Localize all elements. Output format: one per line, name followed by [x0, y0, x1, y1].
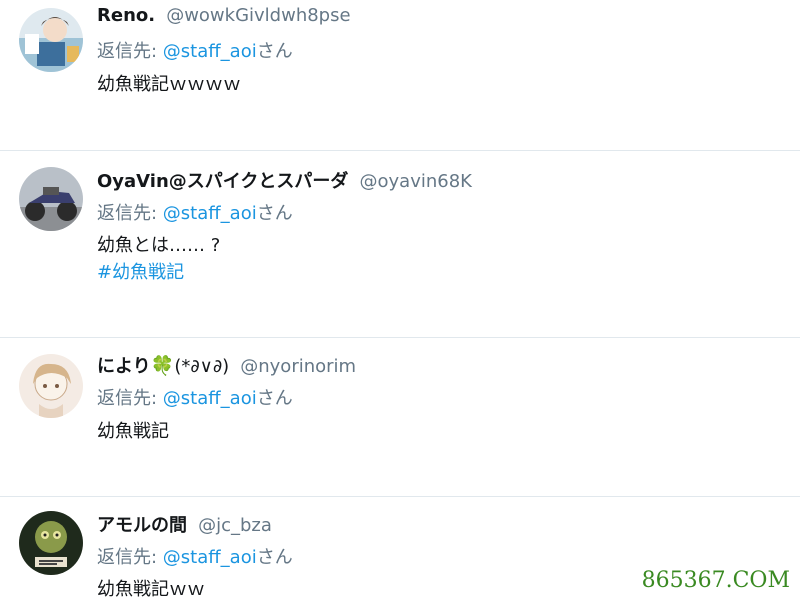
reply-to-line: 返信先: @staff_aoiさん — [97, 37, 293, 63]
timeline: Reno. @wowkGivldwh8pse 返信先: @staff_aoiさん… — [0, 0, 800, 601]
avatar-anime-illustration — [19, 8, 83, 72]
tweet-header: OyaVin@スパイクとスパーダ @oyavin68K — [97, 167, 472, 193]
reply-prefix: 返信先: — [97, 41, 163, 62]
display-name[interactable]: OyaVin@スパイクとスパーダ — [97, 171, 348, 192]
display-name[interactable]: により🍀(*∂∨∂) — [97, 355, 230, 377]
reply-suffix: さん — [256, 41, 293, 62]
tweet[interactable]: Reno. @wowkGivldwh8pse 返信先: @staff_aoiさん… — [0, 0, 800, 150]
display-name-text: により — [97, 356, 151, 377]
reply-prefix: 返信先: — [97, 203, 163, 224]
tweet[interactable]: OyaVin@スパイクとスパーダ @oyavin68K 返信先: @staff_… — [0, 151, 800, 337]
reply-to-line: 返信先: @staff_aoiさん — [97, 384, 293, 410]
tweet-text: 幼魚戦記ｗｗｗｗ — [97, 74, 241, 95]
display-name-kaomoji: (*∂∨∂) — [174, 356, 230, 377]
display-name[interactable]: Reno. — [97, 5, 155, 26]
clover-icon: 🍀 — [150, 355, 175, 377]
tweet-text: 幼魚戦記ｗｗ — [97, 579, 205, 600]
tweet-text: 幼魚戦記 — [97, 421, 169, 442]
reply-mention-link[interactable]: @staff_aoi — [163, 388, 257, 409]
reply-prefix: 返信先: — [97, 388, 163, 409]
avatar[interactable] — [19, 511, 83, 575]
reply-suffix: さん — [256, 388, 293, 409]
reply-prefix: 返信先: — [97, 547, 163, 568]
avatar-anime-poster — [19, 511, 83, 575]
avatar-sketch-drawing — [19, 354, 83, 418]
username[interactable]: @wowkGivldwh8pse — [166, 5, 350, 26]
username[interactable]: @nyorinorim — [240, 356, 356, 377]
tweet-header: アモルの間 @jc_bza — [97, 511, 272, 537]
tweet-header: Reno. @wowkGivldwh8pse — [97, 5, 351, 26]
tweet-text: 幼魚とは…… ? — [97, 235, 221, 256]
reply-mention-link[interactable]: @staff_aoi — [163, 547, 257, 568]
tweet-header: により🍀(*∂∨∂) @nyorinorim — [97, 352, 356, 378]
avatar[interactable] — [19, 8, 83, 72]
reply-mention-link[interactable]: @staff_aoi — [163, 41, 257, 62]
hashtag-link[interactable]: #幼魚戦記 — [97, 258, 184, 284]
avatar[interactable] — [19, 354, 83, 418]
avatar-motorcycle-photo — [19, 167, 83, 231]
username[interactable]: @oyavin68K — [360, 171, 472, 192]
display-name[interactable]: アモルの間 — [97, 515, 187, 536]
reply-suffix: さん — [256, 547, 293, 568]
tweet[interactable]: により🍀(*∂∨∂) @nyorinorim 返信先: @staff_aoiさん… — [0, 338, 800, 496]
watermark: 865367.COM — [641, 568, 790, 593]
reply-to-line: 返信先: @staff_aoiさん — [97, 543, 293, 569]
reply-mention-link[interactable]: @staff_aoi — [163, 203, 257, 224]
avatar[interactable] — [19, 167, 83, 231]
reply-suffix: さん — [256, 203, 293, 224]
reply-to-line: 返信先: @staff_aoiさん — [97, 199, 293, 225]
username[interactable]: @jc_bza — [198, 515, 272, 536]
